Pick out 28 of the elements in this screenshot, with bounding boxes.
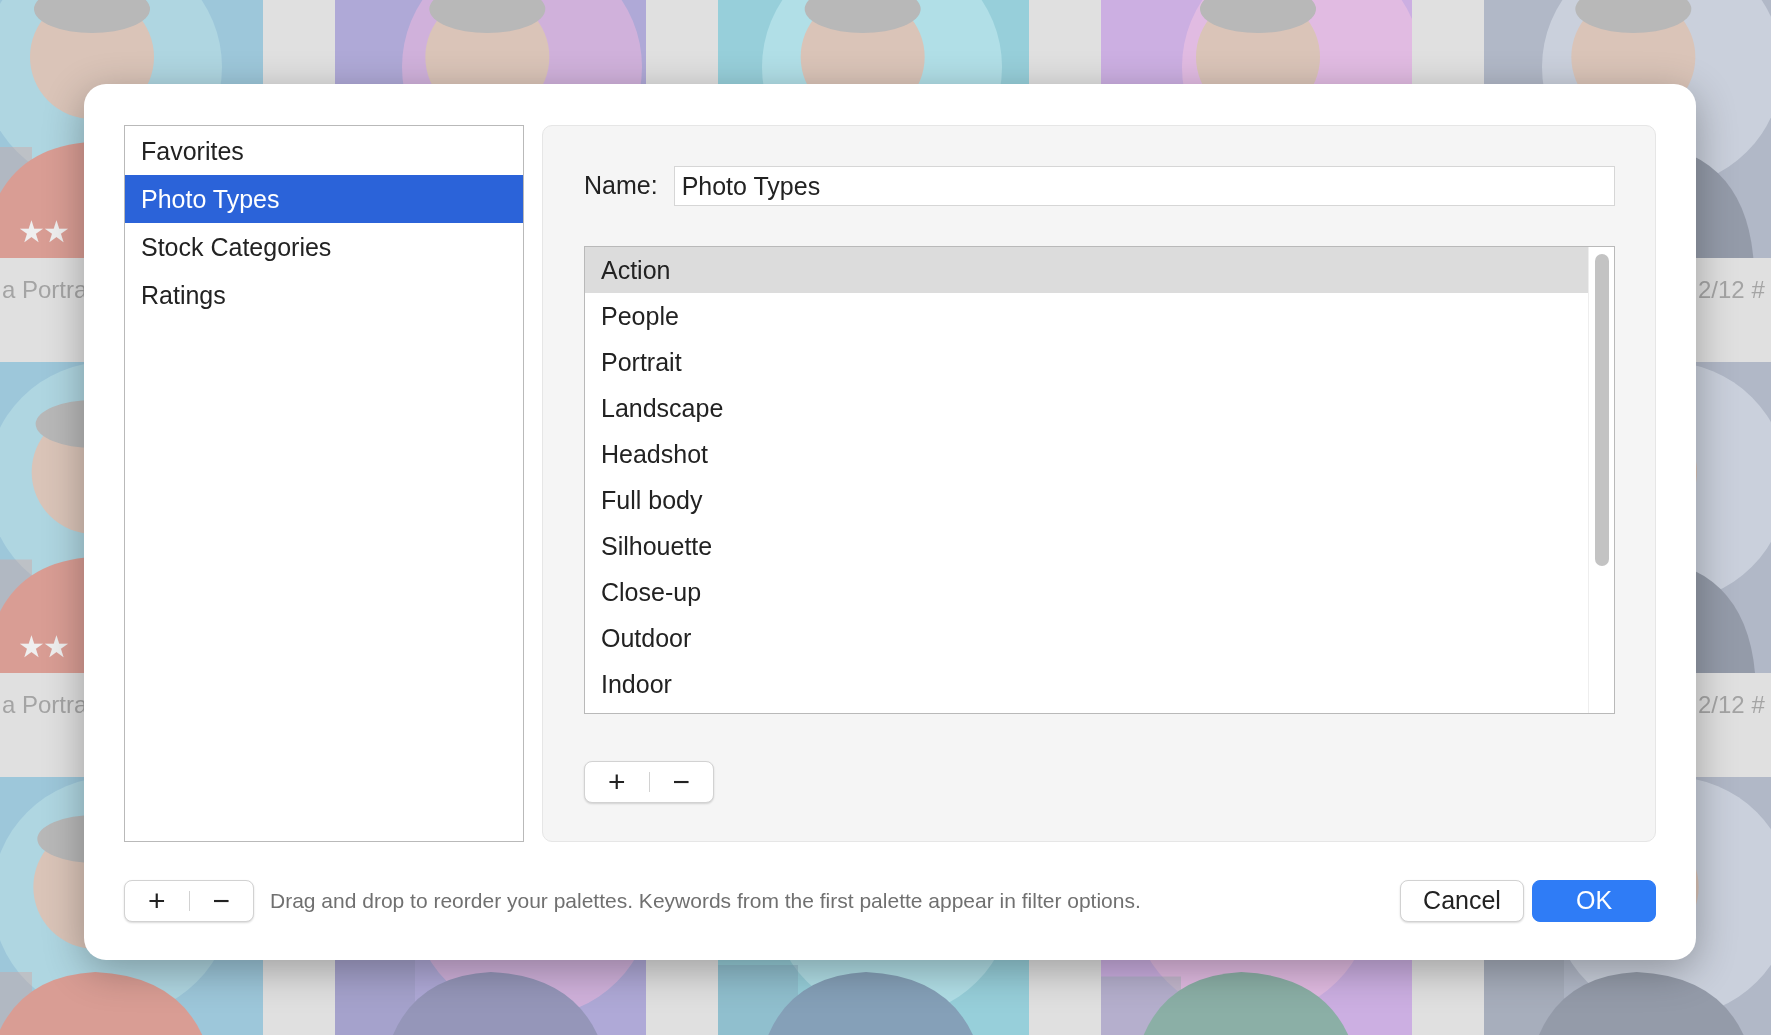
remove-keyword-button[interactable]: −	[649, 767, 713, 797]
palette-item[interactable]: Ratings	[125, 271, 523, 319]
keyword-item[interactable]: Headshot	[585, 431, 1588, 477]
keyword-item[interactable]: Action	[585, 247, 1588, 293]
palette-item[interactable]: Favorites	[125, 127, 523, 175]
keyword-item[interactable]: Portrait	[585, 339, 1588, 385]
keyword-item[interactable]: Close-up	[585, 569, 1588, 615]
keyword-item[interactable]: People	[585, 293, 1588, 339]
keyword-item[interactable]: Silhouette	[585, 523, 1588, 569]
add-palette-button[interactable]: +	[125, 886, 189, 916]
add-keyword-button[interactable]: +	[585, 767, 649, 797]
palette-item[interactable]: Photo Types	[125, 175, 523, 223]
keyword-item[interactable]: Outdoor	[585, 615, 1588, 661]
name-field[interactable]: Photo Types	[673, 166, 1615, 206]
keyword-item[interactable]: Indoor	[585, 661, 1588, 707]
rating-stars: ★★	[18, 214, 68, 250]
palette-item[interactable]: Stock Categories	[125, 223, 523, 271]
photo-caption: 2/12 #	[1698, 691, 1765, 718]
keyword-item[interactable]: Full body	[585, 477, 1588, 523]
remove-palette-button[interactable]: −	[189, 886, 253, 916]
photo-caption: 2/12 #	[1698, 276, 1765, 303]
hint-text: Drag and drop to reorder your palettes. Keywords from the first palette appear in filter options.	[270, 888, 1142, 915]
cancel-button[interactable]: Cancel	[1400, 880, 1524, 922]
keyword-item[interactable]: Landscape	[585, 385, 1588, 431]
ok-button[interactable]: OK	[1532, 880, 1656, 922]
scrollbar-thumb[interactable]	[1595, 254, 1609, 566]
rating-stars: ★★	[18, 629, 68, 665]
name-label: Name:	[584, 170, 658, 202]
